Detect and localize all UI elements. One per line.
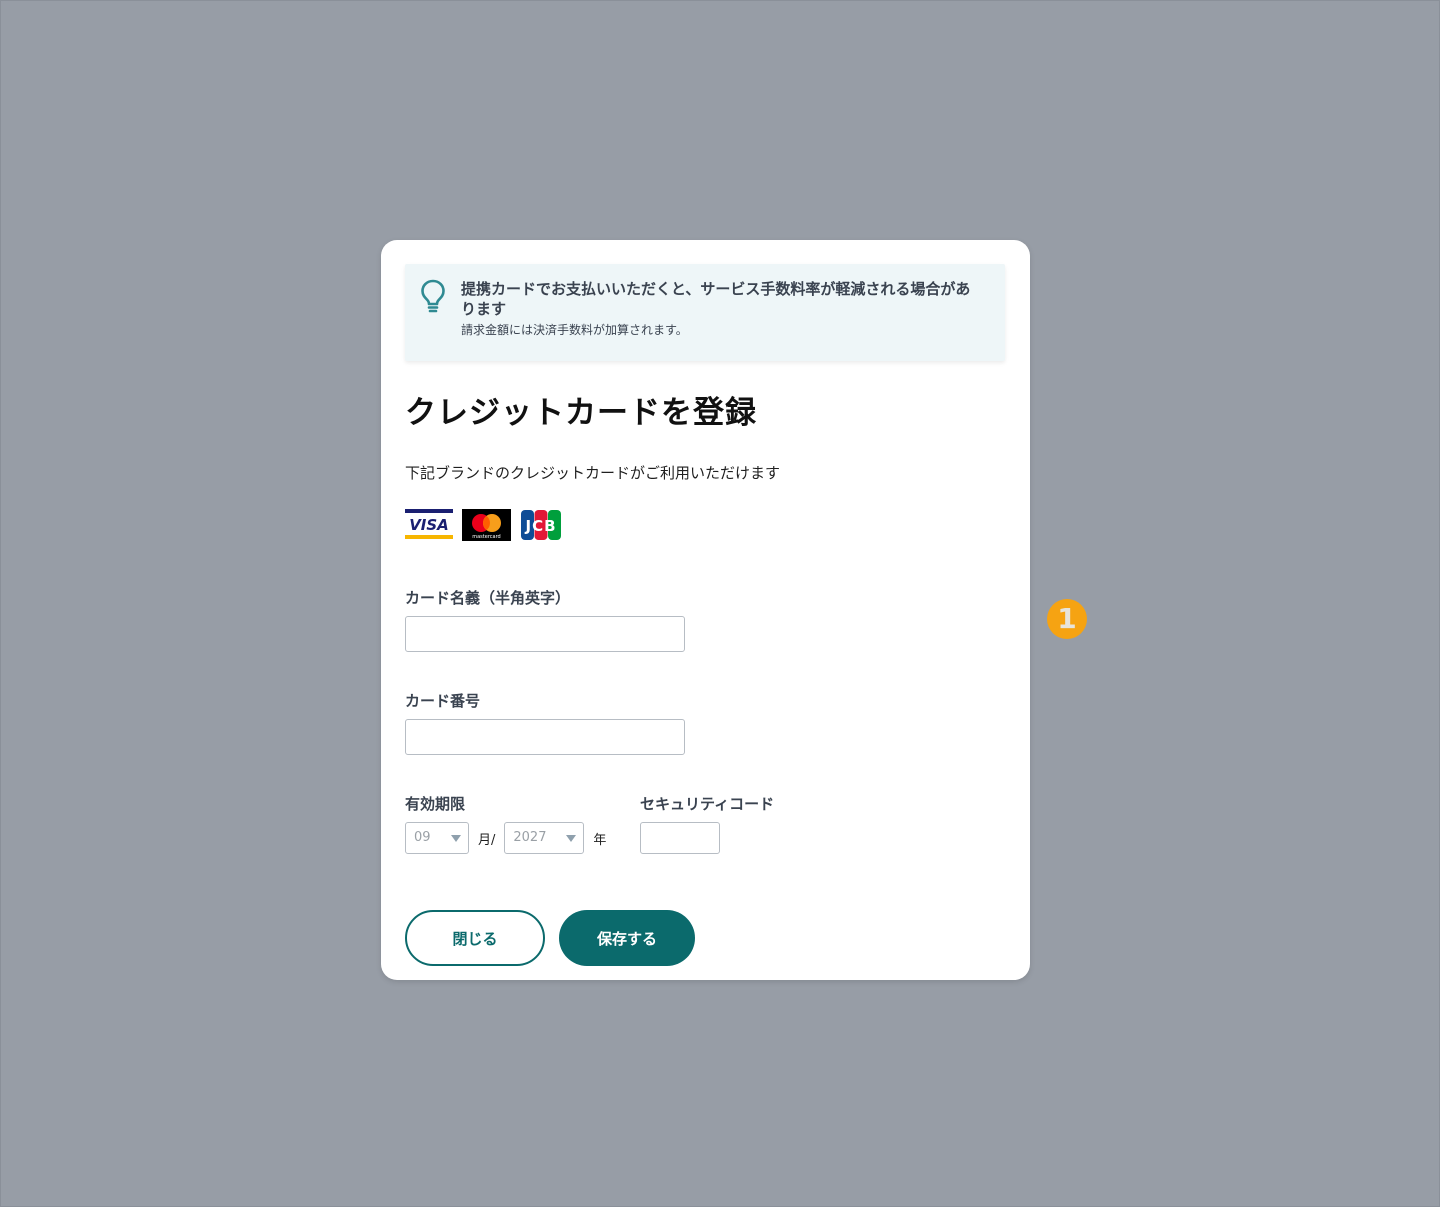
expiry-year-select[interactable]: 2027 [504, 822, 585, 854]
step-marker-badge: 1 [1047, 599, 1087, 639]
year-unit-label: 年 [593, 832, 607, 848]
cvc-input[interactable] [640, 822, 720, 854]
expiry-cvc-row: 有効期限 09 月/ 2027 年 セキュリティコード [405, 793, 1006, 854]
dialog-actions: 閉じる 保存する [405, 910, 1006, 966]
cvc-group: セキュリティコード [640, 793, 774, 854]
mastercard-logo-text: mastercard [472, 534, 500, 540]
notice-subtitle: 請求金額には決済手数料が加算されます。 [461, 323, 688, 337]
card-name-input[interactable] [405, 616, 685, 652]
close-button[interactable]: 閉じる [405, 910, 545, 966]
cvc-label: セキュリティコード [640, 795, 775, 813]
expiry-month-value: 09 [414, 830, 431, 845]
month-unit-label: 月/ [478, 832, 496, 848]
chevron-down-icon [451, 835, 461, 842]
affiliate-card-notice: 提携カードでお支払いいただくと、サービス手数料率が軽減される場合があります 請求… [405, 264, 1005, 361]
mastercard-logo-icon: mastercard [462, 509, 511, 541]
expiry-month-select[interactable]: 09 [405, 822, 469, 854]
supported-brands-text: 下記ブランドのクレジットカードがご利用いただけます [405, 464, 781, 482]
credit-card-dialog: 提携カードでお支払いいただくと、サービス手数料率が軽減される場合があります 請求… [381, 240, 1030, 980]
visa-logo-icon: VISA [405, 509, 453, 539]
chevron-down-icon [566, 835, 577, 842]
jcb-logo-icon: JCB [521, 510, 561, 540]
expiry-label: 有効期限 [405, 795, 466, 813]
expiry-year-value: 2027 [513, 830, 547, 845]
expiry-controls: 09 月/ 2027 年 [405, 822, 640, 854]
dialog-title: クレジットカードを登録 [405, 395, 757, 431]
lightbulb-icon [421, 279, 445, 313]
visa-logo-text: VISA [409, 516, 449, 534]
save-button[interactable]: 保存する [559, 910, 695, 966]
card-name-group: カード名義（半角英字） [405, 587, 1006, 652]
card-number-input[interactable] [405, 719, 685, 755]
jcb-logo-text: JCB [524, 517, 556, 535]
card-number-label: カード番号 [405, 692, 481, 710]
expiry-group: 有効期限 09 月/ 2027 年 [405, 793, 640, 854]
card-brand-logos: VISA mastercard JCB [405, 509, 1006, 541]
card-number-group: カード番号 [405, 690, 1006, 755]
notice-text: 提携カードでお支払いいただくと、サービス手数料率が軽減される場合があります 請求… [461, 278, 985, 339]
notice-title: 提携カードでお支払いいただくと、サービス手数料率が軽減される場合があります [461, 280, 971, 318]
card-name-label: カード名義（半角英字） [405, 589, 571, 607]
